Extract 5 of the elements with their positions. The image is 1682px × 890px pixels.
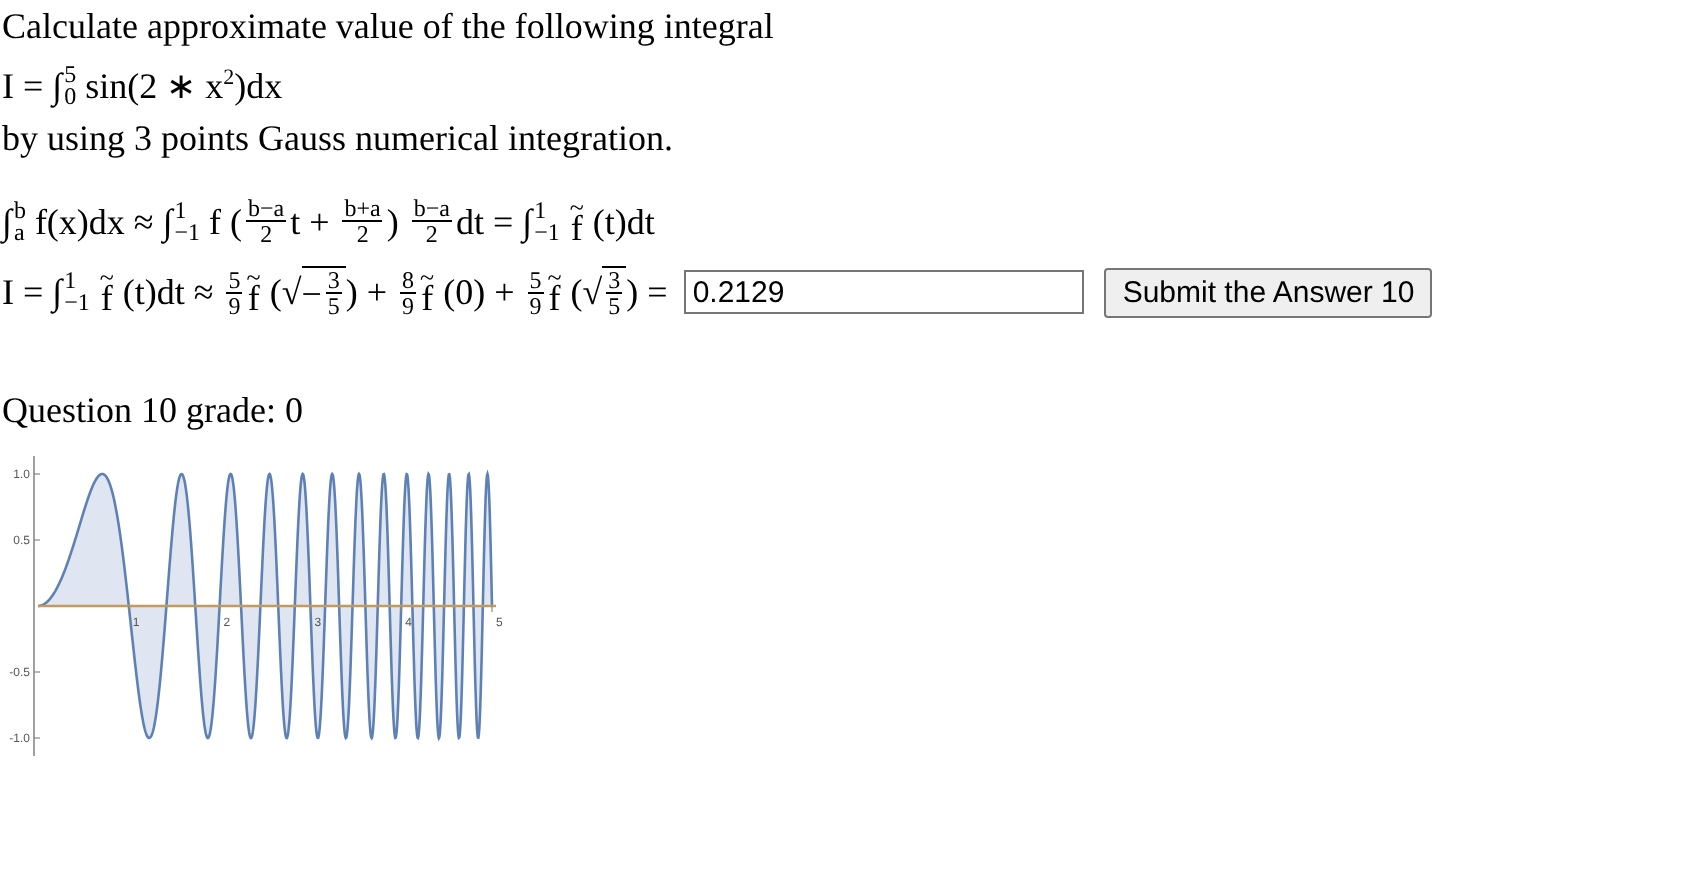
question-text: by using 3 points Gauss numerical integration. [2,116,675,162]
answer-field[interactable]: 0.2129 [684,270,1085,314]
submit-button[interactable]: Submit the Answer 10 [1104,267,1433,317]
grade-text: Question 10 grade: 0 [2,388,305,434]
question-text: Calculate approximate value of the following integral [2,4,776,50]
